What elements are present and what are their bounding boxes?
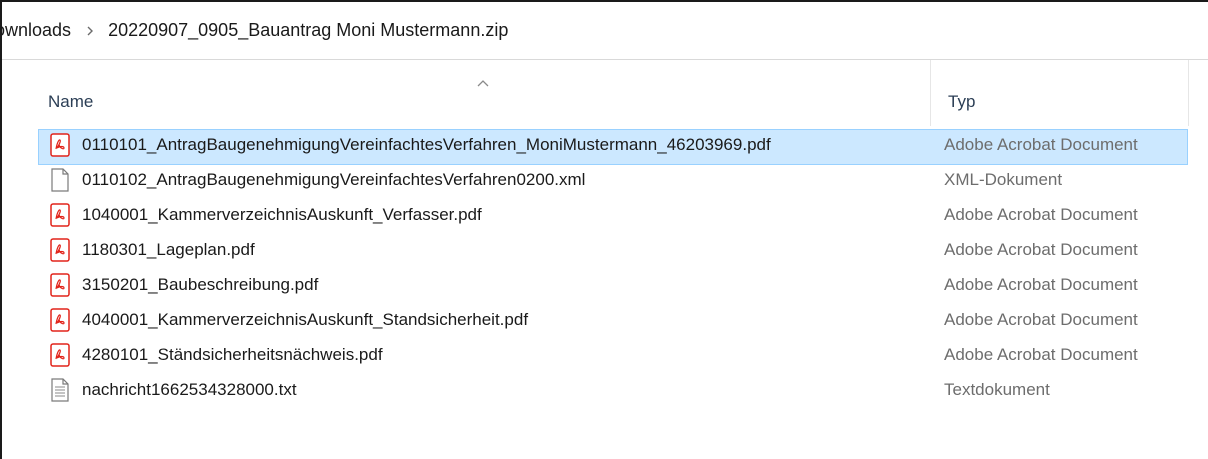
file-name: 1040001_KammerverzeichnisAuskunft_Verfas… (82, 205, 482, 224)
file-name: 4280101_Ständsicherheitsnächweis.pdf (82, 345, 383, 364)
file-row[interactable]: 3150201_Baubeschreibung.pdf Adobe Acroba… (2, 268, 1208, 303)
pdf-icon (50, 273, 70, 297)
file-row[interactable]: 4280101_Ständsicherheitsnächweis.pdf Ado… (2, 338, 1208, 373)
file-type: XML-Dokument (944, 170, 1063, 189)
file-name: nachricht1662534328000.txt (82, 380, 297, 399)
blank-file-icon (50, 168, 70, 192)
file-row[interactable]: 4040001_KammerverzeichnisAuskunft_Stands… (2, 303, 1208, 338)
file-type: Adobe Acrobat Document (944, 205, 1138, 224)
file-row[interactable]: 0110102_AntragBaugenehmigungVereinfachte… (2, 163, 1208, 198)
sort-ascending-icon (477, 74, 489, 92)
column-header-row: Name Typ (2, 60, 1208, 126)
pdf-icon (50, 203, 70, 227)
file-name: 0110101_AntragBaugenehmigungVereinfachte… (82, 135, 771, 154)
column-header-type[interactable]: Typ (944, 90, 979, 114)
breadcrumb-item-downloads[interactable]: ownloads (2, 20, 71, 41)
pdf-icon (50, 343, 70, 367)
pdf-icon (50, 238, 70, 262)
column-divider[interactable] (930, 60, 931, 126)
file-type: Adobe Acrobat Document (944, 345, 1138, 364)
breadcrumb-item-zip[interactable]: 20220907_0905_Bauantrag Moni Mustermann.… (108, 20, 508, 41)
file-name: 0110102_AntragBaugenehmigungVereinfachte… (82, 170, 586, 189)
file-row[interactable]: 0110101_AntragBaugenehmigungVereinfachte… (2, 128, 1208, 165)
file-type: Adobe Acrobat Document (944, 310, 1138, 329)
pdf-icon (50, 308, 70, 332)
file-list: 0110101_AntragBaugenehmigungVereinfachte… (2, 128, 1208, 408)
file-type: Textdokument (944, 380, 1050, 399)
file-row[interactable]: 1040001_KammerverzeichnisAuskunft_Verfas… (2, 198, 1208, 233)
file-row[interactable]: 1180301_Lageplan.pdf Adobe Acrobat Docum… (2, 233, 1208, 268)
file-name: 4040001_KammerverzeichnisAuskunft_Stands… (82, 310, 529, 329)
file-name: 3150201_Baubeschreibung.pdf (82, 275, 319, 294)
file-name: 1180301_Lageplan.pdf (82, 240, 255, 259)
pdf-icon (50, 133, 70, 157)
explorer-window: ownloads 20220907_0905_Bauantrag Moni Mu… (0, 0, 1208, 459)
file-type: Adobe Acrobat Document (944, 240, 1138, 259)
column-header-name[interactable]: Name (44, 90, 97, 114)
address-bar[interactable]: ownloads 20220907_0905_Bauantrag Moni Mu… (2, 2, 1208, 60)
file-row[interactable]: nachricht1662534328000.txt Textdokument (2, 373, 1208, 408)
file-type: Adobe Acrobat Document (944, 275, 1138, 294)
chevron-right-icon[interactable] (86, 25, 94, 37)
text-file-icon (50, 378, 70, 402)
file-type: Adobe Acrobat Document (944, 135, 1138, 154)
column-divider[interactable] (1188, 60, 1189, 126)
